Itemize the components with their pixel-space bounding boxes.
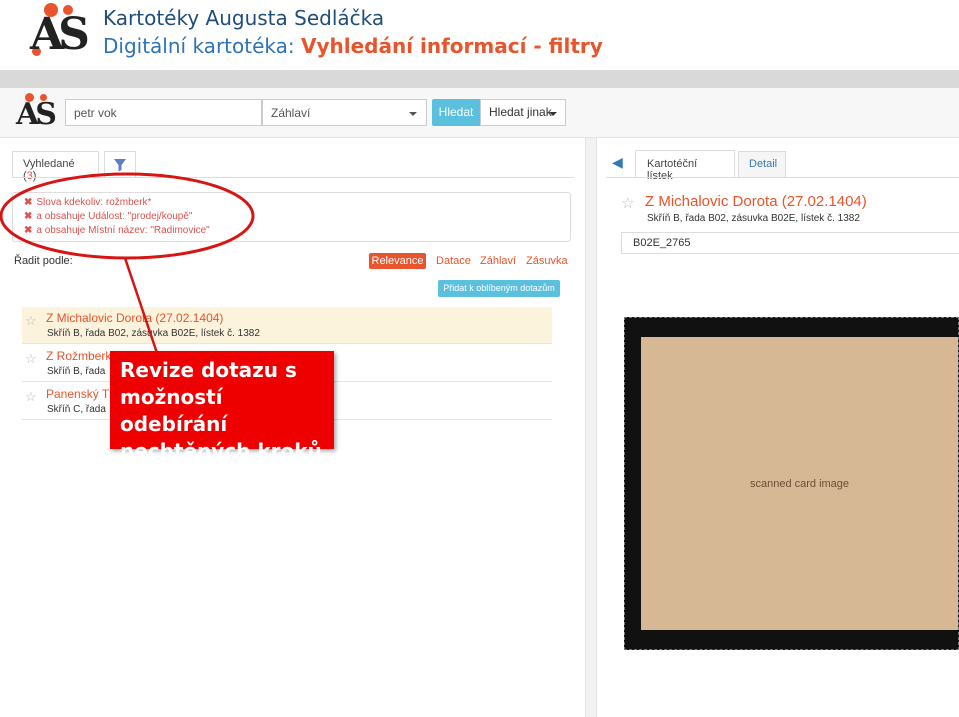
- sort-label: Řadit podle:: [14, 255, 73, 267]
- chevron-left-icon[interactable]: ◀: [612, 154, 623, 171]
- slide-title: Kartotéky Augusta Sedláčka: [103, 6, 385, 30]
- filter-label: Slova kdekoliv: rožmberk*: [36, 197, 152, 208]
- search-input[interactable]: petr vok: [65, 99, 262, 126]
- close-icon[interactable]: ✖: [24, 197, 32, 208]
- filter-label: a obsahuje Událost: "prodej/koupě": [36, 211, 193, 222]
- close-icon[interactable]: ✖: [24, 211, 32, 222]
- app-logo[interactable]: AS: [14, 93, 57, 133]
- filter-item[interactable]: ✖ a obsahuje Událost: "prodej/koupě": [24, 211, 192, 222]
- result-title[interactable]: Panenský T: [46, 387, 109, 401]
- tab-divider: [12, 177, 574, 178]
- slide-subtitle: Digitální kartotéka: Vyhledání informací…: [103, 34, 603, 58]
- tab-card[interactable]: Kartotéční lístek: [635, 150, 735, 182]
- sort-zasuvka[interactable]: Zásuvka: [526, 255, 568, 267]
- tab-detail[interactable]: Detail: [738, 151, 786, 177]
- result-location: Skříň B, řada B02, zásuvka B02E, lístek …: [47, 328, 260, 339]
- sort-relevance[interactable]: Relevance: [369, 253, 426, 269]
- sort-zahlavi[interactable]: Záhlaví: [480, 255, 516, 267]
- result-title[interactable]: Z Michalovic Dorota (27.02.1404): [46, 311, 223, 325]
- subtitle-prefix: Digitální kartotéka:: [103, 34, 301, 58]
- search-button[interactable]: Hledat: [432, 99, 480, 126]
- browser-bar: [0, 70, 959, 88]
- result-location: Skříň B, řada: [47, 366, 106, 377]
- field-select[interactable]: Záhlaví: [262, 99, 427, 126]
- annotation-callout: Revize dotazu s možností odebírání necht…: [110, 351, 334, 463]
- search-other-button[interactable]: Hledat jinak: [480, 99, 566, 126]
- panel-splitter[interactable]: [585, 138, 597, 717]
- search-other-label: Hledat jinak: [489, 105, 552, 119]
- result-title[interactable]: Z Rožmberka: [46, 349, 118, 363]
- sort-datace[interactable]: Datace: [436, 255, 471, 267]
- tab-divider: [606, 177, 959, 178]
- as-logo: AS: [28, 3, 90, 63]
- filter-label: a obsahuje Místní název: "Radimovice": [36, 225, 210, 236]
- star-icon[interactable]: ☆: [25, 313, 37, 329]
- card-scan-image: scanned card image: [624, 317, 959, 650]
- field-select-value: Záhlaví: [271, 106, 311, 120]
- card-location: Skříň B, řada B02, zásuvka B02E, lístek …: [647, 213, 860, 224]
- card-title: Z Michalovic Dorota (27.02.1404): [645, 193, 867, 210]
- chevron-down-icon: [549, 112, 557, 116]
- tab-results-close-paren: ): [32, 170, 37, 182]
- close-icon[interactable]: ✖: [24, 225, 32, 236]
- filter-item[interactable]: ✖ a obsahuje Místní název: "Radimovice": [24, 225, 210, 236]
- subtitle-highlight: Vyhledání informací - filtry: [300, 34, 603, 58]
- filter-icon: [114, 159, 126, 172]
- tab-filter[interactable]: [104, 151, 136, 178]
- filter-item[interactable]: ✖ Slova kdekoliv: rožmberk*: [24, 197, 151, 208]
- tab-results[interactable]: Vyhledané (3): [12, 151, 99, 182]
- star-icon[interactable]: ☆: [25, 389, 37, 405]
- add-favorite-button[interactable]: Přidat k oblíbeným dotazům: [438, 280, 560, 297]
- result-location: Skříň C, řada: [47, 404, 106, 415]
- result-row[interactable]: ☆ Z Michalovic Dorota (27.02.1404) Skříň…: [22, 307, 552, 344]
- star-icon[interactable]: ☆: [621, 194, 634, 212]
- chevron-down-icon: [409, 112, 417, 116]
- star-icon[interactable]: ☆: [25, 351, 37, 367]
- card-code: B02E_2765: [621, 232, 959, 254]
- card-image-placeholder: scanned card image: [641, 337, 958, 630]
